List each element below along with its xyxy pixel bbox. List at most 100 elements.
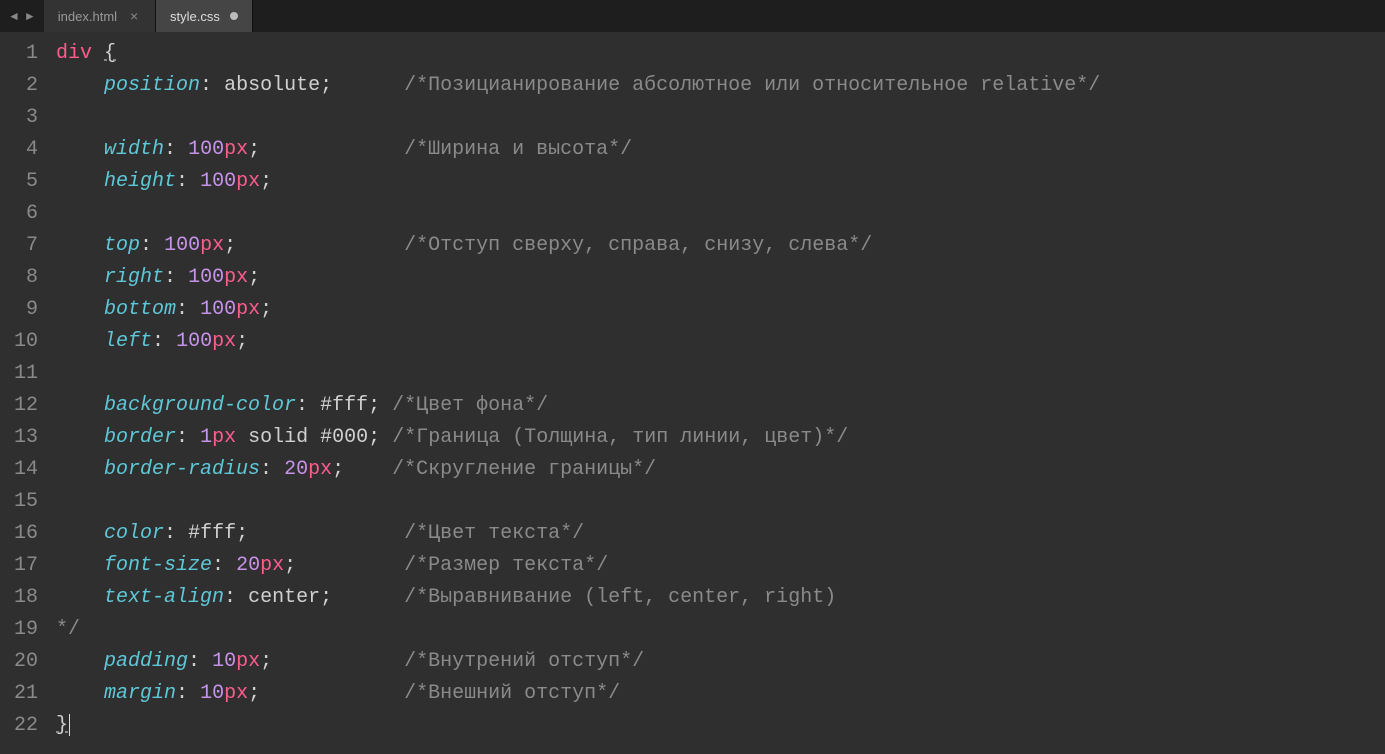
line-number: 16: [0, 518, 38, 550]
line-number: 6: [0, 198, 38, 230]
token-prop: padding: [104, 650, 188, 673]
tab-index-html[interactable]: index.html ×: [44, 0, 156, 32]
code-line[interactable]: background-color: #fff; /*Цвет фона*/: [56, 390, 1385, 422]
line-number: 15: [0, 486, 38, 518]
token-punct: :: [164, 266, 176, 289]
line-number: 5: [0, 166, 38, 198]
token-num: 20: [284, 458, 308, 481]
token-punct: :: [152, 330, 164, 353]
token-punct: ;: [320, 586, 332, 609]
token-comm: /*Размер текста*/: [404, 554, 608, 577]
token-comm: /*Граница (Толщина, тип линии, цвет)*/: [392, 426, 848, 449]
token-punct: :: [224, 586, 236, 609]
token-prop: border: [104, 426, 176, 449]
line-number: 21: [0, 678, 38, 710]
nav-forward-icon[interactable]: ►: [24, 9, 36, 23]
token-punct: :: [200, 74, 212, 97]
token-unit: px: [236, 170, 260, 193]
token-num: 1: [200, 426, 212, 449]
dirty-dot-icon: [230, 12, 238, 20]
token-punct: :: [176, 426, 188, 449]
line-number: 7: [0, 230, 38, 262]
tab-style-css[interactable]: style.css: [156, 0, 253, 32]
token-punct: ;: [236, 522, 248, 545]
code-line[interactable]: text-align: center; /*Выравнивание (left…: [56, 582, 1385, 614]
line-number: 10: [0, 326, 38, 358]
tab-label: style.css: [170, 9, 220, 24]
token-punct: ;: [224, 234, 236, 257]
token-unit: px: [212, 330, 236, 353]
token-unit: px: [260, 554, 284, 577]
nav-back-icon[interactable]: ◄: [8, 9, 20, 23]
line-number: 13: [0, 422, 38, 454]
code-line[interactable]: }: [56, 710, 1385, 742]
token-val: solid: [248, 426, 308, 449]
token-prop: background-color: [104, 394, 296, 417]
editor: 12345678910111213141516171819202122 div …: [0, 32, 1385, 754]
tab-label: index.html: [58, 9, 117, 24]
token-num: 100: [200, 298, 236, 321]
code-line[interactable]: width: 100px; /*Ширина и высота*/: [56, 134, 1385, 166]
token-prop: width: [104, 138, 164, 161]
line-number: 20: [0, 646, 38, 678]
token-punct: :: [212, 554, 224, 577]
code-line[interactable]: [56, 358, 1385, 390]
code-line[interactable]: */: [56, 614, 1385, 646]
code-line[interactable]: bottom: 100px;: [56, 294, 1385, 326]
token-unit: px: [236, 298, 260, 321]
line-number: 11: [0, 358, 38, 390]
code-line[interactable]: height: 100px;: [56, 166, 1385, 198]
token-prop: text-align: [104, 586, 224, 609]
code-line[interactable]: padding: 10px; /*Внутрений отступ*/: [56, 646, 1385, 678]
code-line[interactable]: border: 1px solid #000; /*Граница (Толщи…: [56, 422, 1385, 454]
code-line[interactable]: [56, 198, 1385, 230]
token-comm: /*Цвет текста*/: [404, 522, 584, 545]
token-comm: */: [56, 618, 80, 641]
token-sel: div: [56, 42, 92, 65]
token-punct: :: [164, 138, 176, 161]
line-number: 9: [0, 294, 38, 326]
line-number: 14: [0, 454, 38, 486]
code-line[interactable]: right: 100px;: [56, 262, 1385, 294]
code-line[interactable]: position: absolute; /*Позицианирование а…: [56, 70, 1385, 102]
code-line[interactable]: left: 100px;: [56, 326, 1385, 358]
code-line[interactable]: color: #fff; /*Цвет текста*/: [56, 518, 1385, 550]
token-comm: /*Внутрений отступ*/: [404, 650, 644, 673]
token-hex: #fff: [188, 522, 236, 545]
code-line[interactable]: div {: [56, 38, 1385, 70]
code-line[interactable]: margin: 10px; /*Внешний отступ*/: [56, 678, 1385, 710]
token-val: center: [248, 586, 320, 609]
line-number: 22: [0, 710, 38, 742]
text-cursor: [69, 714, 70, 736]
token-unit: px: [224, 682, 248, 705]
line-number-gutter: 12345678910111213141516171819202122: [0, 32, 48, 754]
token-num: 10: [200, 682, 224, 705]
token-punct: :: [260, 458, 272, 481]
code-line[interactable]: font-size: 20px; /*Размер текста*/: [56, 550, 1385, 582]
code-area[interactable]: div { position: absolute; /*Позицианиров…: [48, 32, 1385, 754]
code-line[interactable]: [56, 102, 1385, 134]
code-line[interactable]: [56, 486, 1385, 518]
token-punct: ;: [320, 74, 332, 97]
token-unit: px: [236, 650, 260, 673]
token-punct: :: [164, 522, 176, 545]
token-unit: px: [200, 234, 224, 257]
token-comm: /*Цвет фона*/: [392, 394, 548, 417]
token-prop: top: [104, 234, 140, 257]
token-unit: px: [224, 266, 248, 289]
token-hex: #fff: [320, 394, 368, 417]
token-num: 10: [212, 650, 236, 673]
close-icon[interactable]: ×: [127, 9, 141, 23]
token-prop: left: [104, 330, 152, 353]
token-prop: bottom: [104, 298, 176, 321]
token-num: 100: [188, 266, 224, 289]
token-unit: px: [308, 458, 332, 481]
token-num: 100: [188, 138, 224, 161]
token-punct: ;: [248, 266, 260, 289]
token-punct: :: [296, 394, 308, 417]
token-punct: ;: [236, 330, 248, 353]
code-line[interactable]: border-radius: 20px; /*Скругление границ…: [56, 454, 1385, 486]
token-punct: :: [176, 170, 188, 193]
line-number: 19: [0, 614, 38, 646]
code-line[interactable]: top: 100px; /*Отступ сверху, справа, сни…: [56, 230, 1385, 262]
